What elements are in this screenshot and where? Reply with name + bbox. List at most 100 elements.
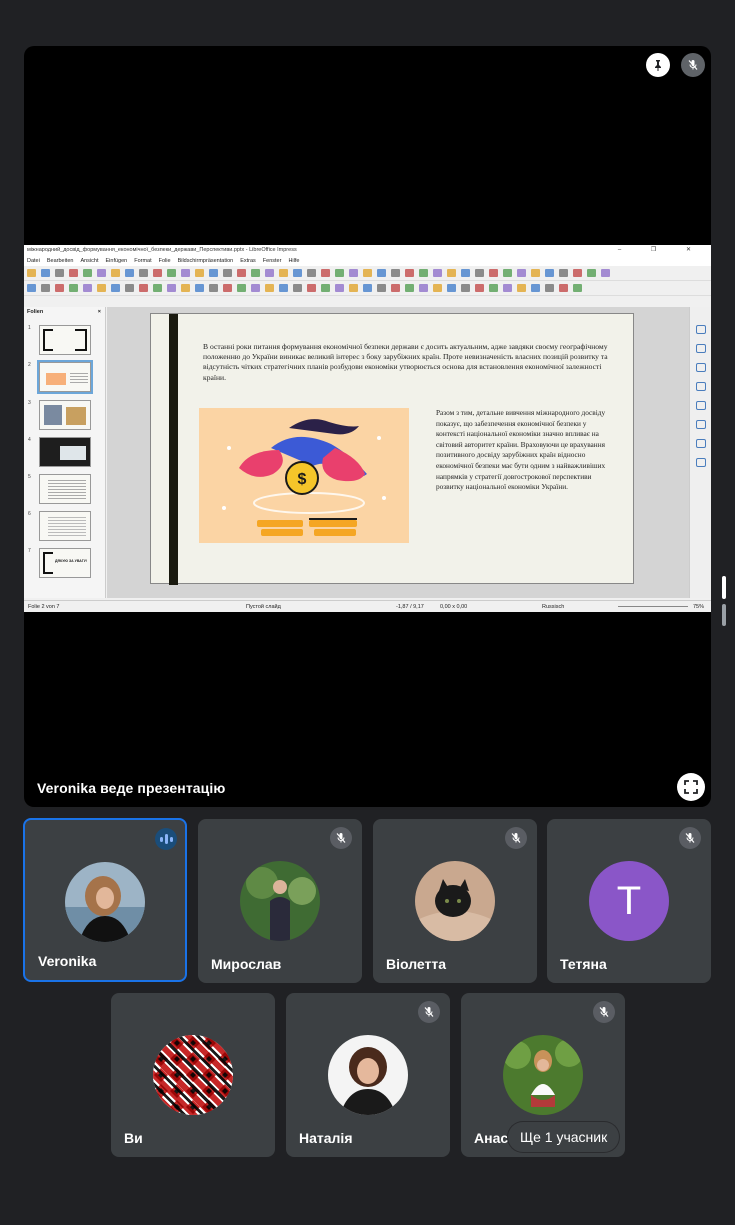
toolbar-icon[interactable]: [335, 269, 344, 277]
toolbar-icon[interactable]: [391, 269, 400, 277]
pin-icon[interactable]: [646, 53, 670, 77]
toolbar-icon[interactable]: [181, 284, 190, 292]
toolbar-icon[interactable]: [559, 284, 568, 292]
participant-tile[interactable]: Віолетта: [373, 819, 537, 983]
toolbar-icon[interactable]: [209, 269, 218, 277]
slide-workspace: В останні роки питання формування економ…: [107, 307, 689, 598]
toolbar-icon[interactable]: [41, 269, 50, 277]
toolbar-icon[interactable]: [27, 284, 36, 292]
toolbar-icon[interactable]: [139, 269, 148, 277]
avatar: [415, 861, 495, 941]
participant-tile[interactable]: Мирослав: [198, 819, 362, 983]
toolbar-icon[interactable]: [111, 269, 120, 277]
toolbar-icon[interactable]: [377, 284, 386, 292]
window-controls: – ❐ ✕: [617, 247, 705, 253]
toolbar-icon[interactable]: [69, 269, 78, 277]
toolbar-icon[interactable]: [573, 269, 582, 277]
toolbar-icon[interactable]: [475, 284, 484, 292]
toolbar-icon[interactable]: [167, 269, 176, 277]
toolbar-icon[interactable]: [223, 269, 232, 277]
toolbar-icon[interactable]: [265, 284, 274, 292]
mic-off-icon[interactable]: [681, 53, 705, 77]
toolbar-icon[interactable]: [419, 284, 428, 292]
toolbar-icon[interactable]: [405, 284, 414, 292]
toolbar-icon[interactable]: [83, 284, 92, 292]
mic-off-icon: [330, 827, 352, 849]
toolbar-icon[interactable]: [125, 284, 134, 292]
toolbar-icon[interactable]: [195, 269, 204, 277]
toolbar-icon[interactable]: [139, 284, 148, 292]
toolbar-icon[interactable]: [433, 269, 442, 277]
toolbar-icon[interactable]: [461, 269, 470, 277]
toolbar-icon[interactable]: [307, 269, 316, 277]
properties-icon: [696, 325, 706, 334]
toolbar-icon[interactable]: [251, 269, 260, 277]
toolbar-icon[interactable]: [587, 269, 596, 277]
toolbar-icon[interactable]: [293, 269, 302, 277]
toolbar-icon[interactable]: [349, 284, 358, 292]
toolbar-icon[interactable]: [181, 269, 190, 277]
mic-off-icon: [418, 1001, 440, 1023]
toolbar-icon[interactable]: [153, 269, 162, 277]
toolbar-icon[interactable]: [279, 284, 288, 292]
toolbar-icon[interactable]: [209, 284, 218, 292]
toolbar-icon[interactable]: [433, 284, 442, 292]
toolbar-icon[interactable]: [237, 284, 246, 292]
toolbar-icon[interactable]: [55, 284, 64, 292]
toolbar-icon[interactable]: [97, 284, 106, 292]
toolbar-icon[interactable]: [321, 284, 330, 292]
toolbar-icon[interactable]: [321, 269, 330, 277]
toolbar-icon[interactable]: [503, 284, 512, 292]
toolbar-icon[interactable]: [279, 269, 288, 277]
toolbar-icon[interactable]: [69, 284, 78, 292]
toolbar-icon[interactable]: [167, 284, 176, 292]
toolbar-icon[interactable]: [83, 269, 92, 277]
toolbar-icon[interactable]: [111, 284, 120, 292]
toolbar-icon[interactable]: [265, 269, 274, 277]
toolbar-icon[interactable]: [251, 284, 260, 292]
toolbar-icon[interactable]: [55, 269, 64, 277]
toolbar-icon[interactable]: [335, 284, 344, 292]
toolbar-icon[interactable]: [293, 284, 302, 292]
toolbar-icon[interactable]: [447, 284, 456, 292]
toolbar-icon[interactable]: [475, 269, 484, 277]
toolbar-icon[interactable]: [573, 284, 582, 292]
participant-tile[interactable]: Наталія: [286, 993, 450, 1157]
toolbar-icon[interactable]: [195, 284, 204, 292]
toolbar-icon[interactable]: [307, 284, 316, 292]
toolbar-icon[interactable]: [419, 269, 428, 277]
toolbar-icon[interactable]: [125, 269, 134, 277]
toolbar-icon[interactable]: [223, 284, 232, 292]
toolbar-icon[interactable]: [489, 284, 498, 292]
toolbar-icon[interactable]: [363, 269, 372, 277]
participant-tile[interactable]: T Тетяна: [547, 819, 711, 983]
toolbar-icon[interactable]: [545, 269, 554, 277]
toolbar-icon[interactable]: [377, 269, 386, 277]
more-participants-chip[interactable]: Ще 1 учасник: [508, 1122, 620, 1152]
toolbar-icon[interactable]: [531, 284, 540, 292]
toolbar-icon[interactable]: [349, 269, 358, 277]
toolbar-icon[interactable]: [517, 269, 526, 277]
toolbar-icon[interactable]: [391, 284, 400, 292]
toolbar-icon[interactable]: [153, 284, 162, 292]
toolbar-icon[interactable]: [545, 284, 554, 292]
toolbar-icon[interactable]: [489, 269, 498, 277]
toolbar-icon[interactable]: [97, 269, 106, 277]
fullscreen-icon[interactable]: [677, 773, 705, 801]
toolbar-icon[interactable]: [503, 269, 512, 277]
participant-tile[interactable]: Veronika: [23, 818, 187, 982]
toolbar-icon[interactable]: [41, 284, 50, 292]
toolbar-icon[interactable]: [447, 269, 456, 277]
toolbar-icon[interactable]: [531, 269, 540, 277]
toolbar-icon[interactable]: [237, 269, 246, 277]
toolbar-icon[interactable]: [461, 284, 470, 292]
scrollbar-thumb[interactable]: [722, 576, 726, 599]
toolbar-icon[interactable]: [27, 269, 36, 277]
toolbar-icon[interactable]: [559, 269, 568, 277]
toolbar-icon[interactable]: [363, 284, 372, 292]
participant-tile-self[interactable]: Ви: [111, 993, 275, 1157]
toolbar-icon[interactable]: [517, 284, 526, 292]
toolbar-icon[interactable]: [405, 269, 414, 277]
thumb-number: 6: [28, 511, 31, 517]
toolbar-icon[interactable]: [601, 269, 610, 277]
